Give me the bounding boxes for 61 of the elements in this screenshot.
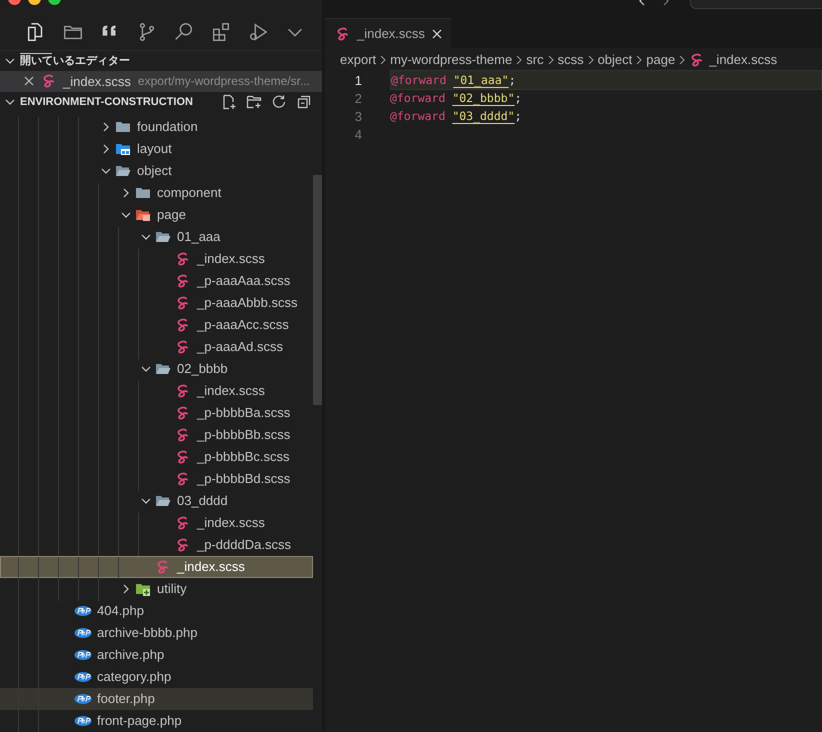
file-item[interactable]: category.php [0, 666, 313, 688]
breadcrumb-item[interactable]: export [340, 52, 376, 67]
new-folder-icon[interactable] [246, 94, 262, 110]
sass-file-icon [335, 26, 351, 42]
folder-item[interactable]: 02_bbbb [0, 358, 313, 380]
line-number: 4 [354, 126, 362, 142]
file-item[interactable]: archive.php [0, 644, 313, 666]
folder-item[interactable]: layout [0, 138, 313, 160]
chevron-icon [546, 54, 556, 66]
chevron-icon [634, 54, 644, 66]
section-title[interactable]: ENVIRONMENT-CONSTRUCTION [20, 96, 193, 108]
close-icon[interactable] [430, 28, 443, 40]
run-debug-icon[interactable] [247, 21, 269, 44]
folder-item[interactable]: foundation [0, 116, 313, 138]
editor-tab[interactable]: _index.scss [325, 18, 451, 48]
file-item[interactable]: _p-ddddDa.scss [0, 534, 313, 556]
file-item[interactable]: 404.php [0, 600, 313, 622]
code-line: @forward "03_dddd"; [390, 108, 523, 125]
file-item[interactable]: _p-aaaAcc.scss [0, 314, 313, 336]
scrollbar-thumb[interactable] [313, 175, 322, 405]
file-item[interactable]: _p-bbbbBd.scss [0, 468, 313, 490]
folder-item[interactable]: component [0, 182, 313, 204]
file-item[interactable]: _p-aaaAd.scss [0, 336, 313, 358]
section-title[interactable]: 開いているエディター [20, 53, 130, 68]
file-item[interactable]: _index.scss [0, 380, 313, 402]
file-item[interactable]: front-page.php [0, 710, 313, 732]
line-number: 3 [354, 108, 362, 124]
file-item[interactable]: _p-bbbbBa.scss [0, 402, 313, 424]
file-item[interactable]: footer.php [0, 688, 313, 710]
collapse-all-icon[interactable] [296, 94, 312, 110]
close-icon[interactable] [23, 75, 35, 88]
open-editor-item[interactable]: _index.scss export/my-wordpress-theme/sr... [0, 70, 322, 92]
file-item[interactable]: _index.scss [0, 248, 313, 270]
chevron-icon [514, 54, 524, 66]
folder-item[interactable]: object [0, 160, 313, 182]
chevron-icon [677, 54, 688, 66]
file-item[interactable]: archive-bbbb.php [0, 622, 313, 644]
file-item[interactable]: _p-bbbbBb.scss [0, 424, 313, 446]
chevron-icon [586, 54, 596, 66]
new-file-icon[interactable] [221, 94, 237, 110]
folder-item[interactable]: 01_aaa [0, 226, 313, 248]
refresh-icon[interactable] [271, 94, 287, 110]
folder-item[interactable]: 03_dddd [0, 490, 313, 512]
chevron-icon [378, 54, 388, 66]
folder-item[interactable]: page [0, 204, 313, 226]
file-item[interactable]: _p-bbbbBc.scss [0, 446, 313, 468]
file-item[interactable]: _index.scss [0, 556, 313, 578]
breadcrumb-item[interactable]: _index.scss [689, 52, 778, 68]
breadcrumb-item[interactable]: my-wordpress-theme [390, 52, 512, 67]
breadcrumb-item[interactable]: object [598, 52, 632, 67]
file-item[interactable]: _index.scss [0, 512, 313, 534]
breadcrumb-item[interactable]: scss [558, 52, 584, 67]
folder-item[interactable]: utility [0, 578, 313, 600]
extensions-icon[interactable] [210, 21, 232, 44]
line-number: 1 [354, 72, 362, 88]
breadcrumb-item[interactable]: src [526, 52, 544, 67]
file-item[interactable]: _p-aaaAaa.scss [0, 270, 313, 292]
line-number: 2 [354, 90, 362, 106]
code-line: @forward "02_bbbb"; [390, 90, 523, 107]
file-item[interactable]: _p-aaaAbbb.scss [0, 292, 313, 314]
breadcrumb-item[interactable]: page [646, 52, 676, 67]
